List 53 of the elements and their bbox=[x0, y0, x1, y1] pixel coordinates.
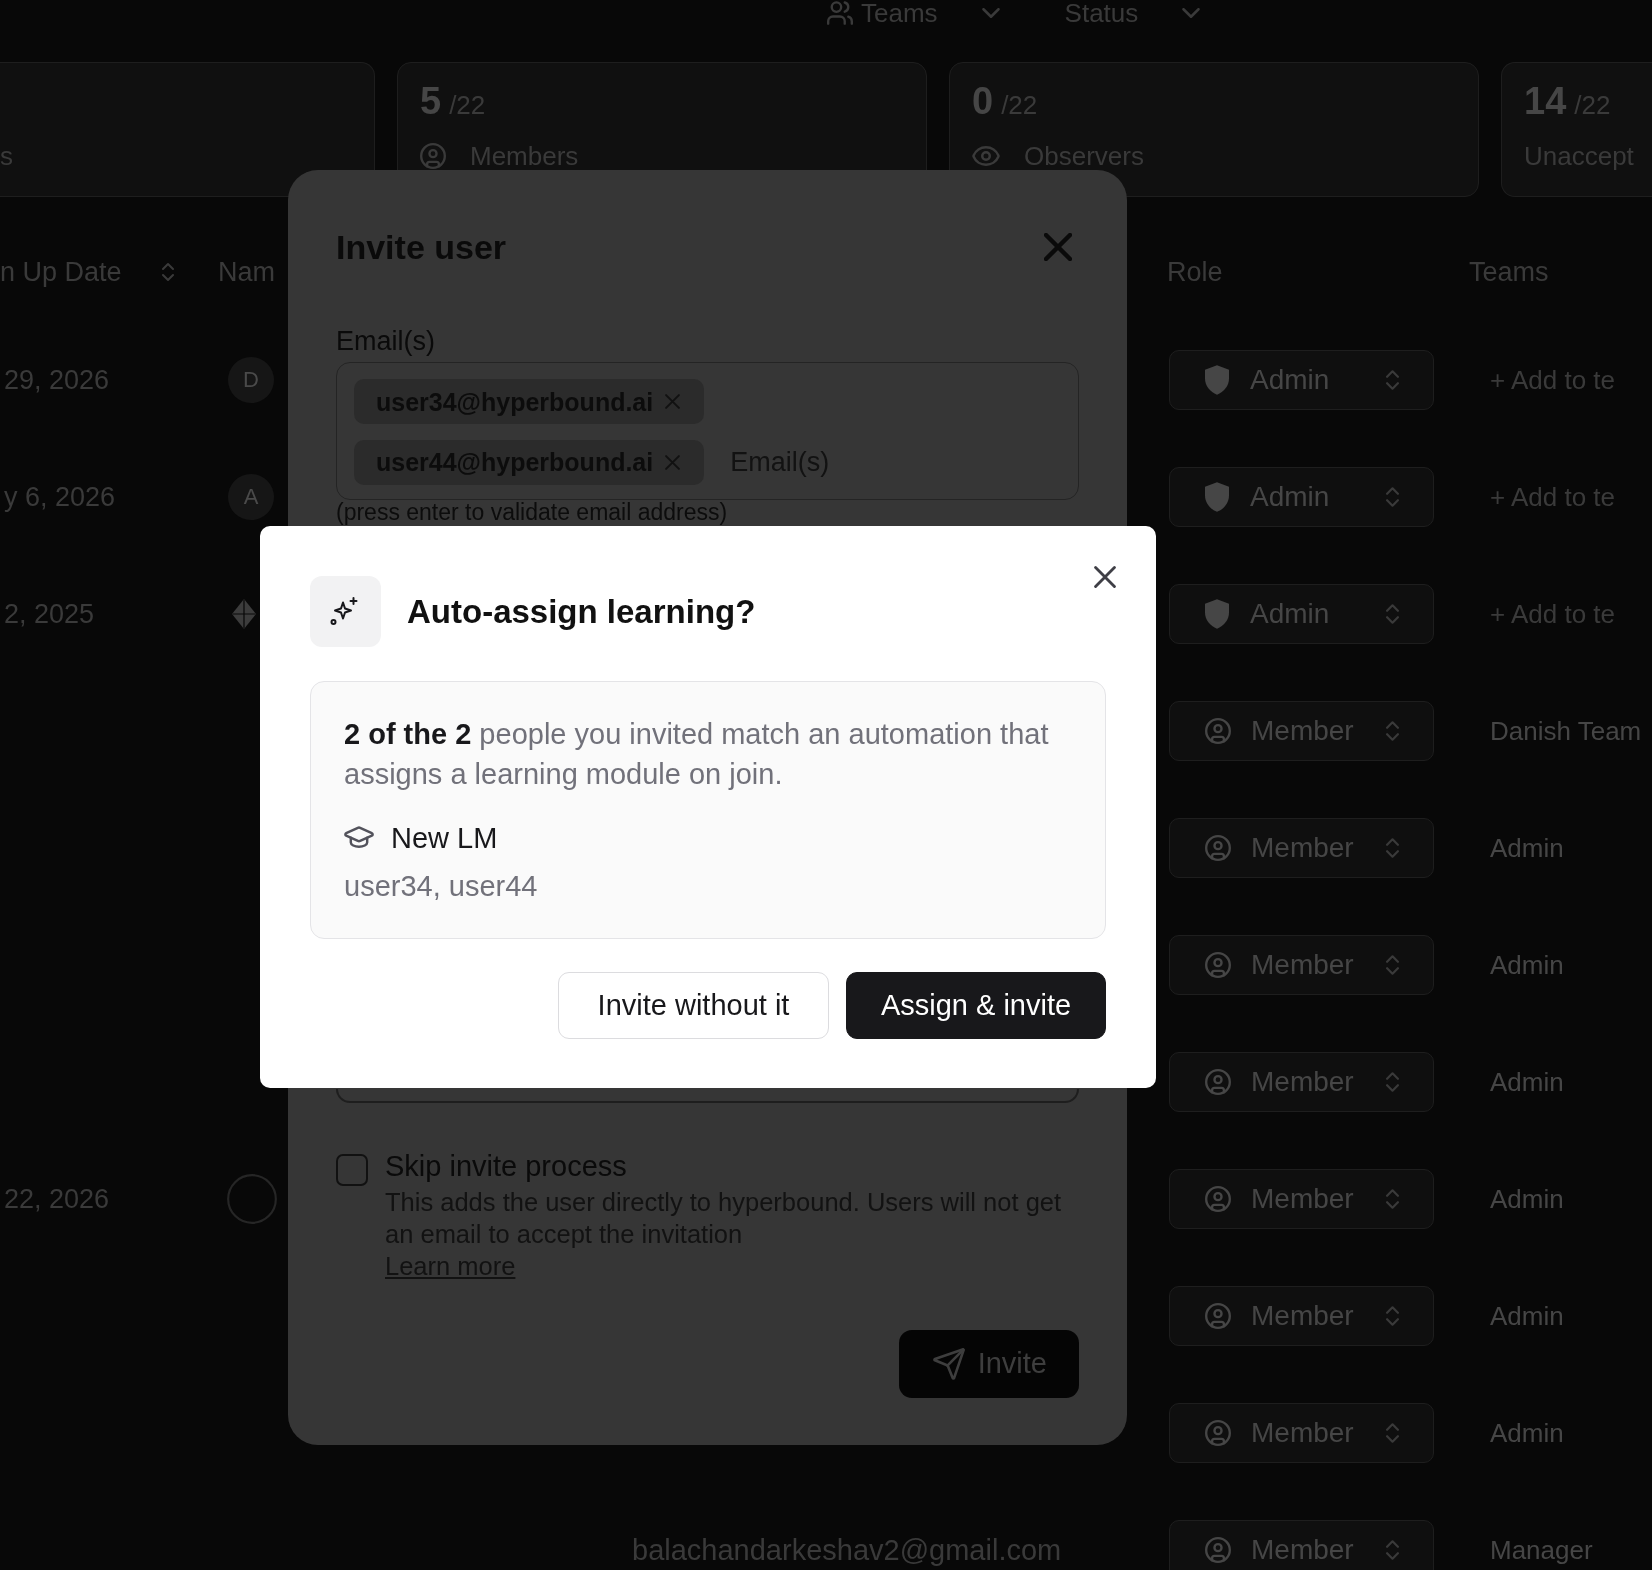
user-circle-icon bbox=[1205, 951, 1231, 978]
graduation-cap-icon bbox=[344, 825, 374, 851]
users-icon bbox=[827, 1, 853, 25]
user-circle-icon bbox=[1205, 1068, 1231, 1095]
chevron-up-down-icon bbox=[1386, 1422, 1399, 1443]
team-name: Admin bbox=[1490, 1299, 1564, 1332]
secondary-button[interactable]: Invite without it bbox=[558, 972, 829, 1039]
diamond-icon bbox=[232, 598, 256, 629]
send-icon bbox=[932, 1348, 965, 1380]
eye-icon bbox=[972, 146, 1000, 166]
chevron-up-down-icon bbox=[1386, 1305, 1399, 1326]
shield-icon bbox=[1205, 481, 1229, 512]
checkbox[interactable] bbox=[336, 1154, 368, 1186]
chevron-down-icon bbox=[1182, 8, 1201, 18]
dialog-title: Auto-assign learning? bbox=[407, 591, 756, 632]
sort-icon bbox=[161, 262, 174, 282]
user-circle-icon bbox=[1205, 1419, 1231, 1446]
primary-button[interactable]: Assign & invite bbox=[846, 972, 1106, 1039]
chevron-up-down-icon bbox=[1386, 1071, 1399, 1092]
chevron-up-down-icon bbox=[1386, 720, 1399, 741]
chevron-up-down-icon bbox=[1386, 603, 1399, 624]
team-name: Danish Team bbox=[1490, 714, 1642, 747]
shield-icon bbox=[1205, 598, 1229, 629]
chevron-up-down-icon bbox=[1386, 954, 1399, 975]
avatar-circle-icon bbox=[226, 1172, 278, 1225]
sparkle-icon bbox=[310, 576, 381, 647]
team-name: Admin bbox=[1490, 831, 1564, 864]
team-name: Admin bbox=[1490, 1182, 1564, 1215]
remove-icon[interactable] bbox=[665, 454, 681, 470]
user-circle-icon bbox=[1205, 717, 1231, 744]
team-name: Admin bbox=[1490, 1416, 1564, 1449]
close-icon bbox=[1094, 566, 1116, 588]
user-circle-icon bbox=[1205, 834, 1231, 861]
user-circle-icon bbox=[1205, 1536, 1231, 1563]
user-circle-icon bbox=[1205, 1185, 1231, 1212]
close-icon bbox=[1044, 233, 1072, 261]
message-text: 2 of the 2 people you invited match an automation that assigns a learning module on join. bbox=[344, 717, 1050, 792]
module-name: New LM bbox=[391, 821, 498, 856]
team-name: Admin bbox=[1490, 948, 1564, 981]
team-name: Admin bbox=[1490, 1065, 1564, 1098]
close-button[interactable] bbox=[1092, 564, 1118, 590]
invite-button[interactable]: Invite bbox=[898, 1330, 1079, 1398]
team-name: Manager bbox=[1490, 1533, 1593, 1566]
chevron-up-down-icon bbox=[1386, 369, 1399, 390]
chevron-up-down-icon bbox=[1386, 486, 1399, 507]
user-list: user34, user44 bbox=[344, 866, 1072, 906]
chevron-up-down-icon bbox=[1386, 1188, 1399, 1209]
remove-icon[interactable] bbox=[665, 394, 681, 410]
chevron-up-down-icon bbox=[1386, 1539, 1399, 1560]
chevron-down-icon bbox=[981, 8, 1000, 18]
user-circle-icon bbox=[1205, 1302, 1231, 1329]
shield-icon bbox=[1205, 364, 1229, 395]
chevron-up-down-icon bbox=[1386, 837, 1399, 858]
